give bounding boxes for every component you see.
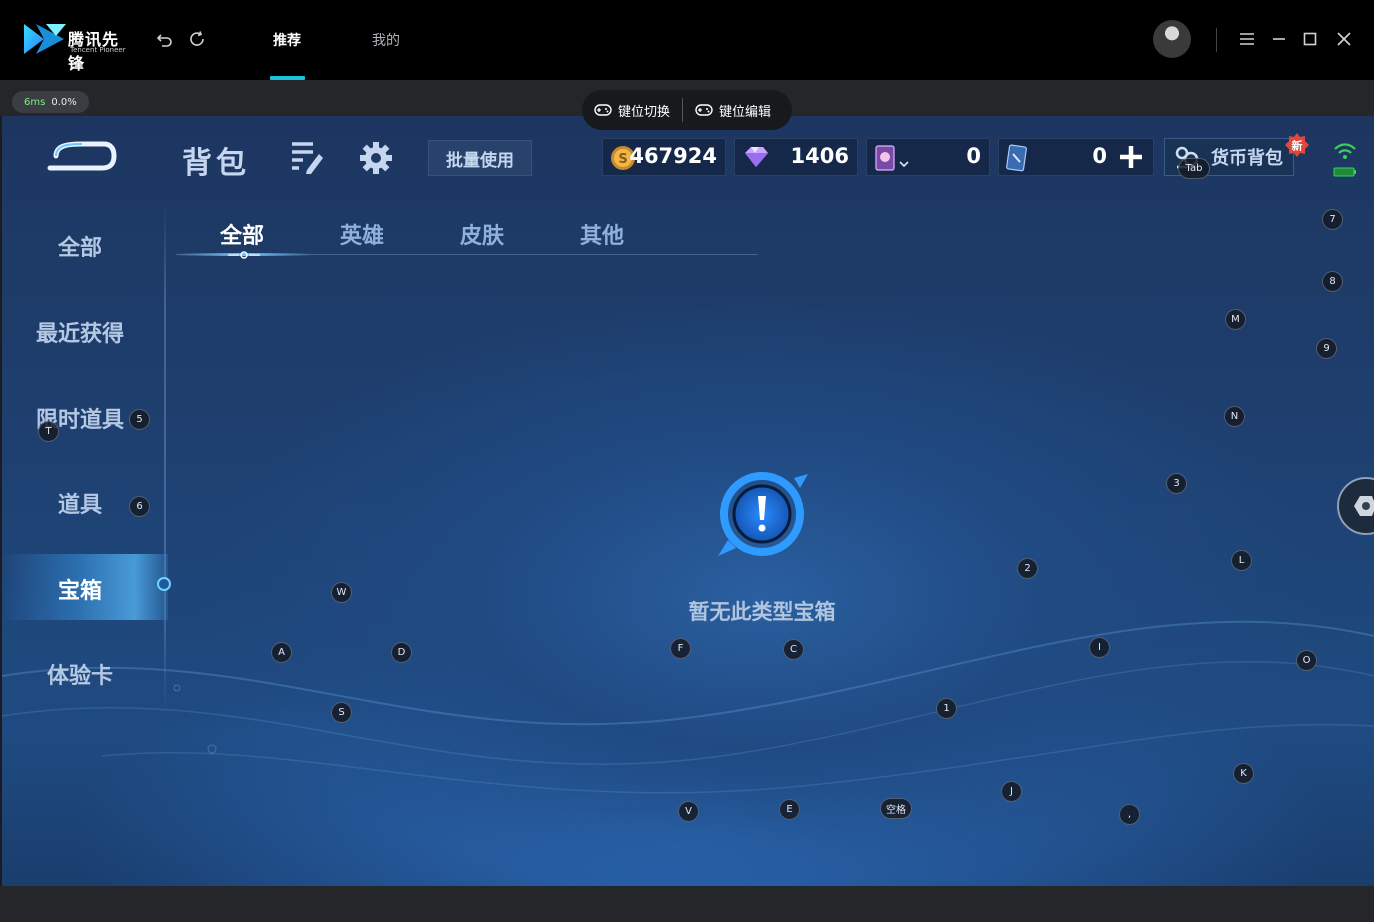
packet-loss-value: 0.0% (51, 96, 77, 108)
batch-use-button[interactable]: 批量使用 (428, 140, 532, 176)
key-hint-6[interactable]: 6 (129, 496, 150, 517)
card-ticket-icon (875, 145, 909, 171)
maximize-icon[interactable] (1299, 28, 1321, 50)
key-hint-9[interactable]: 9 (1316, 338, 1337, 359)
key-edit-button[interactable]: 键位编辑 (683, 101, 783, 120)
page-title: 背包 (182, 146, 250, 181)
diamond-balance: 1406 (734, 138, 858, 176)
key-hint-7[interactable]: 7 (1322, 209, 1343, 230)
key-hint-tab[interactable]: Tab (1178, 158, 1210, 179)
gamepad-icon (594, 104, 612, 116)
key-hint-s[interactable]: S (331, 702, 352, 723)
key-hint-e[interactable]: E (779, 799, 800, 820)
user-avatar[interactable] (1153, 20, 1191, 58)
game-view: 背包 批量使用 S 467924 1406 0 0 货币背包 新 全部 最近获得… (2, 116, 1374, 886)
title-bar: 腾讯先锋 Tencent Pioneer 推荐 我的 (0, 0, 1374, 80)
tab-heroes[interactable]: 英雄 (340, 218, 384, 250)
logo-subtext: Tencent Pioneer (70, 46, 126, 54)
key-hint-2[interactable]: 2 (1017, 558, 1038, 579)
empty-alert-icon (718, 472, 808, 556)
gamepad-icon (695, 104, 713, 116)
diamond-icon (745, 147, 768, 167)
back-button[interactable] (42, 136, 118, 176)
tab-recommend[interactable]: 推荐 (273, 30, 301, 50)
edit-list-icon[interactable] (289, 140, 325, 176)
side-item-trial-cards[interactable]: 体验卡 (2, 658, 158, 690)
wifi-battery-icon (1333, 143, 1356, 177)
key-hint-o[interactable]: O (1296, 650, 1317, 671)
key-hint-a[interactable]: A (271, 642, 292, 663)
key-hint-3[interactable]: 3 (1166, 473, 1187, 494)
wallet-label: 货币背包 (1211, 148, 1283, 169)
gold-coin-balance: S 467924 (602, 138, 726, 176)
key-mapping-bar: 键位切换 键位编辑 (582, 90, 792, 130)
card-ticket-balance: 0 (866, 138, 990, 176)
key-hint-5[interactable]: 5 (129, 409, 150, 430)
latency-value: 6ms (24, 96, 46, 108)
add-currency-icon[interactable] (1117, 140, 1145, 174)
key-hint-8[interactable]: 8 (1322, 271, 1343, 292)
side-panel-handle[interactable] (1336, 476, 1374, 536)
tab-active-marker (228, 251, 260, 259)
refresh-icon[interactable] (186, 28, 208, 50)
key-hint-d[interactable]: D (391, 642, 412, 663)
key-edit-label: 键位编辑 (719, 104, 772, 120)
network-status-badge: 6ms 0.0% (12, 91, 89, 113)
minimize-icon[interactable] (1268, 28, 1290, 50)
app-logo: 腾讯先锋 Tencent Pioneer (22, 20, 132, 73)
close-icon[interactable] (1333, 28, 1355, 50)
tab-skins[interactable]: 皮肤 (460, 218, 504, 250)
new-badge: 新 (1285, 133, 1309, 157)
bottom-strip (0, 886, 1374, 922)
key-hint-m[interactable]: M (1225, 309, 1246, 330)
menu-icon[interactable] (1236, 28, 1258, 50)
tab-other[interactable]: 其他 (580, 218, 624, 250)
key-hint-comma[interactable]: , (1119, 804, 1140, 825)
tab-mine[interactable]: 我的 (372, 30, 400, 50)
gear-icon[interactable] (358, 140, 394, 176)
svg-text:S: S (618, 152, 627, 167)
key-hint-t[interactable]: T (38, 421, 59, 442)
card-ticket-value: 0 (966, 144, 981, 168)
key-hint-v[interactable]: V (678, 801, 699, 822)
key-switch-label: 键位切换 (618, 104, 671, 120)
key-hint-l[interactable]: L (1231, 550, 1252, 571)
pioneer-logo-icon (24, 24, 66, 54)
tab-all[interactable]: 全部 (220, 218, 264, 250)
side-item-recent[interactable]: 最近获得 (2, 316, 158, 348)
undo-icon[interactable] (154, 28, 176, 50)
key-hint-space[interactable]: 空格 (880, 798, 912, 819)
side-item-all[interactable]: 全部 (2, 230, 158, 262)
coupon-card-icon (1006, 144, 1027, 172)
background-waves (2, 620, 1374, 794)
diamond-value: 1406 (790, 144, 849, 168)
key-hint-n[interactable]: N (1224, 406, 1245, 427)
side-item-chests[interactable]: 宝箱 (2, 573, 158, 605)
empty-state-text: 暂无此类型宝箱 (688, 600, 836, 624)
gold-coin-value: 467924 (629, 144, 717, 168)
side-menu-divider (164, 202, 166, 712)
key-hint-c[interactable]: C (783, 639, 804, 660)
new-badge-label: 新 (1292, 139, 1303, 153)
key-hint-w[interactable]: W (331, 582, 352, 603)
key-hint-i[interactable]: I (1089, 637, 1110, 658)
key-hint-j[interactable]: J (1001, 781, 1022, 802)
key-switch-button[interactable]: 键位切换 (582, 101, 682, 120)
side-menu-active-marker (157, 577, 171, 591)
key-hint-1[interactable]: 1 (936, 698, 957, 719)
titlebar-divider (1216, 28, 1217, 52)
coupon-value: 0 (1092, 144, 1107, 168)
key-hint-f[interactable]: F (670, 638, 691, 659)
key-hint-k[interactable]: K (1233, 763, 1254, 784)
